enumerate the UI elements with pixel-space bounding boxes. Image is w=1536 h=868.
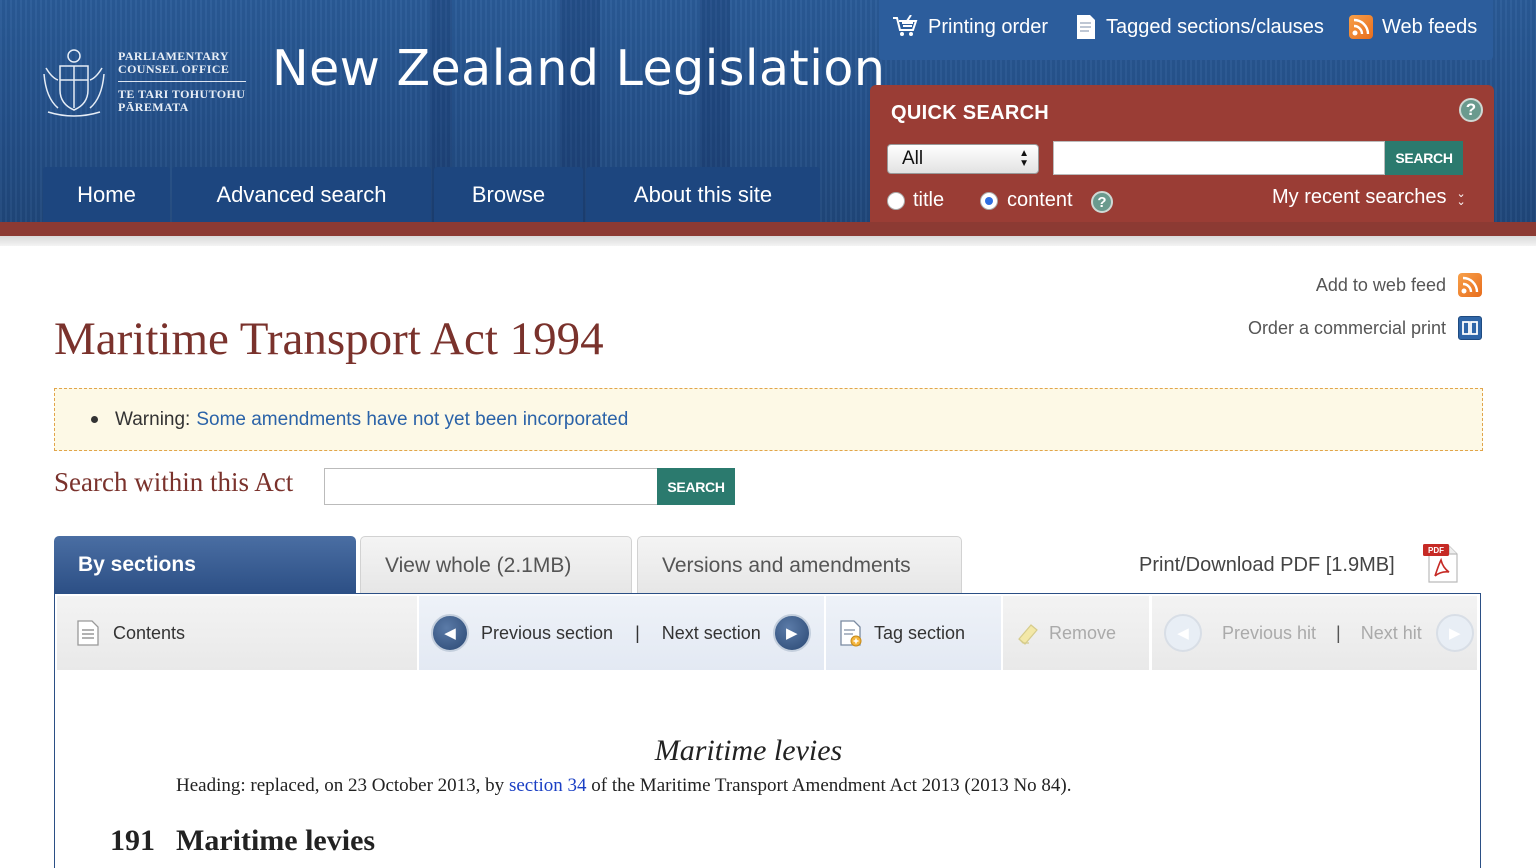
tab-versions-amendments[interactable]: Versions and amendments — [637, 536, 962, 594]
add-to-web-feed-link[interactable]: Add to web feed — [1248, 270, 1482, 300]
section-34-link[interactable]: section 34 — [509, 775, 587, 796]
printing-order-label: Printing order — [928, 15, 1049, 38]
rss-icon — [1349, 15, 1373, 39]
next-hit-icon[interactable]: ▶ — [1435, 614, 1474, 652]
web-feeds-label: Web feeds — [1382, 15, 1478, 38]
cart-icon — [893, 15, 918, 36]
radio-content[interactable] — [980, 192, 998, 210]
header-shadow — [0, 236, 1536, 246]
pco-line: COUNSEL OFFICE — [118, 62, 230, 76]
commercial-print-link[interactable]: Order a commercial print — [1248, 313, 1482, 343]
search-within-act-button[interactable]: SEARCH — [657, 468, 735, 505]
contents-label: Contents — [113, 622, 186, 643]
tag-section-icon — [840, 620, 862, 647]
section-number: 191 — [110, 824, 155, 857]
tab-view-whole[interactable]: View whole (2.1MB) — [360, 536, 632, 594]
tagged-sections-label: Tagged sections/clauses — [1106, 15, 1324, 38]
note-suffix: of the Maritime Transport Amendment Act … — [591, 775, 1072, 796]
search-scope-select[interactable]: All ▲ ▼ — [887, 144, 1039, 174]
document-icon — [1077, 15, 1095, 39]
remove-button[interactable]: Remove — [1003, 596, 1149, 670]
eraser-icon — [1018, 624, 1038, 645]
book-icon — [1458, 316, 1482, 340]
tagged-sections-link[interactable]: Tagged sections/clauses — [1075, 12, 1324, 42]
pco-wordmark[interactable]: PARLIAMENTARY COUNSEL OFFICE TE TARI TOH… — [118, 50, 246, 114]
pdf-icon-text: PDF — [1428, 546, 1444, 555]
note-prefix: Heading: replaced, on 23 October 2013, b… — [176, 775, 505, 796]
warning-box: Warning: Some amendments have not yet be… — [54, 388, 1483, 451]
section-title: Maritime levies — [176, 824, 376, 857]
nav-about[interactable]: About this site — [586, 167, 820, 223]
help-icon[interactable]: ? — [1459, 98, 1483, 122]
recent-searches-label: My recent searches — [1272, 186, 1447, 208]
contents-icon — [77, 620, 99, 646]
utility-bar: Printing order Tagged sections/clauses W… — [879, 0, 1493, 60]
chevron-down-icon: ⌄ ⌄ — [1456, 187, 1466, 208]
web-feeds-link[interactable]: Web feeds — [1349, 12, 1477, 42]
radio-content-label[interactable]: content — [1007, 189, 1073, 212]
radio-title-label[interactable]: title — [913, 189, 944, 212]
quick-search-panel: QUICK SEARCH ? All ▲ ▼ SEARCH title conte… — [870, 85, 1494, 227]
nav-browse[interactable]: Browse — [434, 167, 583, 223]
site-title[interactable]: New Zealand Legislation — [272, 40, 885, 97]
radio-title[interactable] — [887, 192, 905, 210]
select-arrows-icon: ▲ ▼ — [1019, 148, 1029, 169]
separator: | — [1336, 622, 1341, 643]
site-header: PARLIAMENTARY COUNSEL OFFICE TE TARI TOH… — [0, 0, 1536, 236]
previous-hit-icon[interactable]: ◀ — [1164, 614, 1202, 652]
contents-button[interactable]: Contents — [57, 596, 417, 670]
header-stripe — [0, 222, 1536, 236]
remove-label: Remove — [1049, 622, 1117, 643]
pdf-icon[interactable]: PDF — [1421, 542, 1463, 584]
search-scope-value: All — [902, 148, 924, 169]
section-navigation: ◀ Previous section | Next section ▶ — [419, 596, 824, 670]
tab-by-sections[interactable]: By sections — [54, 536, 356, 594]
nav-home[interactable]: Home — [43, 167, 170, 223]
next-section-button[interactable]: Next section — [662, 623, 761, 644]
part-heading: Maritime levies — [654, 734, 843, 767]
pco-line: PĀREMATA — [118, 100, 189, 114]
tag-section-button[interactable]: Tag section — [826, 596, 1001, 670]
quick-search-input[interactable] — [1053, 141, 1385, 175]
commercial-print-label: Order a commercial print — [1247, 317, 1446, 338]
print-download-pdf-link[interactable]: Print/Download PDF [1.9MB] — [1139, 554, 1395, 577]
previous-section-button[interactable]: Previous section — [481, 623, 613, 644]
heading-amendment-note: Heading: replaced, on 23 October 2013, b… — [176, 775, 1072, 797]
search-within-act-input[interactable] — [324, 468, 658, 505]
recent-searches-toggle[interactable]: My recent searches ⌄ ⌄ — [1272, 186, 1466, 209]
printing-order-link[interactable]: Printing order — [891, 12, 1048, 42]
hit-navigation: ◀ Previous hit | Next hit ▶ — [1152, 596, 1477, 670]
act-side-links: Add to web feed Order a commercial print — [1248, 270, 1482, 356]
rss-icon — [1458, 273, 1482, 297]
quick-search-button[interactable]: SEARCH — [1385, 141, 1463, 175]
act-title: Maritime Transport Act 1994 — [54, 313, 604, 365]
help-icon[interactable]: ? — [1091, 191, 1113, 213]
tag-section-label: Tag section — [874, 622, 966, 643]
next-hit-button[interactable]: Next hit — [1361, 623, 1422, 644]
add-to-web-feed-label: Add to web feed — [1315, 274, 1446, 295]
bullet — [91, 416, 98, 423]
previous-hit-button[interactable]: Previous hit — [1222, 623, 1316, 644]
divider — [118, 81, 246, 82]
quick-search-title: QUICK SEARCH — [891, 102, 1050, 124]
search-within-act-label: Search within this Act — [54, 467, 294, 497]
warning-label: Warning: — [115, 408, 191, 430]
amendments-warning-link[interactable]: Some amendments have not yet been incorp… — [196, 409, 628, 431]
nav-advanced-search[interactable]: Advanced search — [172, 167, 431, 223]
next-section-icon[interactable]: ▶ — [772, 614, 811, 652]
coat-of-arms-icon[interactable] — [38, 44, 110, 120]
previous-section-icon[interactable]: ◀ — [431, 614, 469, 652]
separator: | — [635, 622, 640, 643]
